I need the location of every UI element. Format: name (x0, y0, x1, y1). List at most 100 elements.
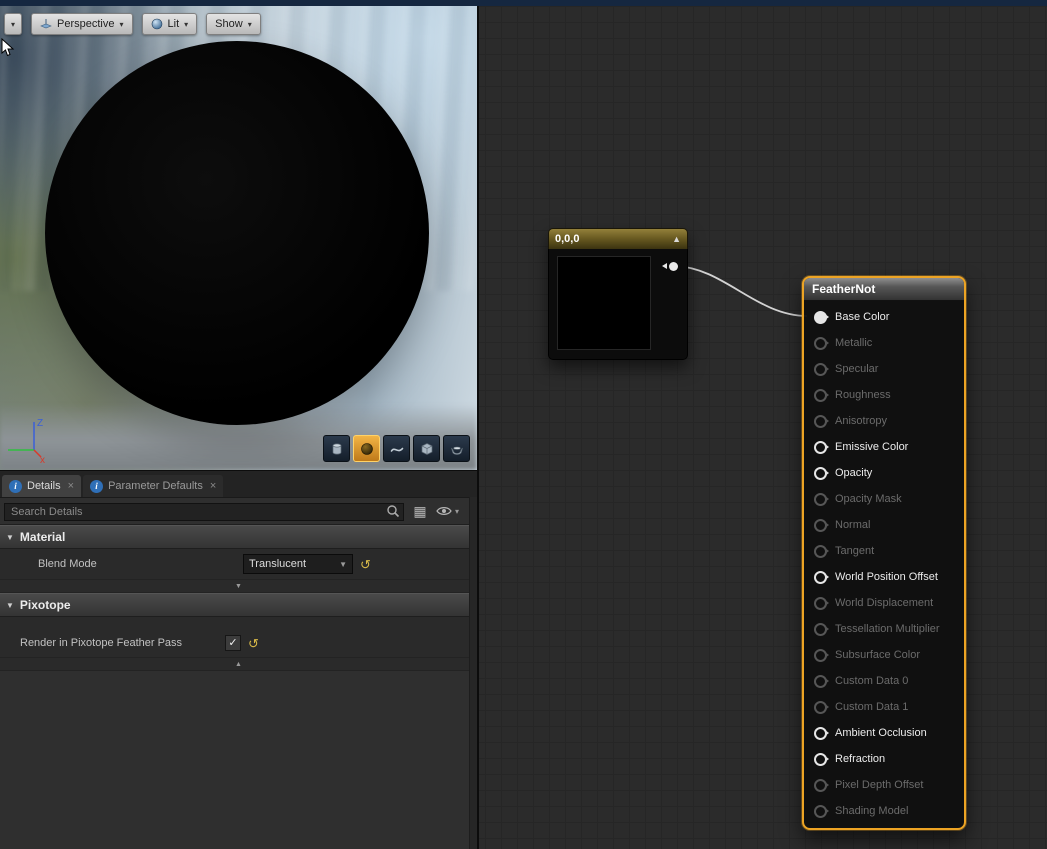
window-top-strip (0, 0, 1047, 6)
input-pin-icon[interactable] (814, 311, 827, 324)
pin-normal[interactable]: Normal (804, 512, 964, 538)
feather-pass-checkbox[interactable] (225, 635, 241, 651)
pin-roughness[interactable]: Roughness (804, 382, 964, 408)
preview-mesh-button[interactable] (443, 435, 470, 462)
feather-pass-label: Render in Pixotope Feather Pass (0, 637, 225, 649)
preview-cube-button[interactable] (413, 435, 440, 462)
pin-world-displacement[interactable]: World Displacement (804, 590, 964, 616)
chevron-down-icon: ▾ (11, 20, 15, 29)
input-pin-icon[interactable] (814, 727, 827, 740)
chevron-down-icon: ▾ (184, 20, 188, 29)
pin-label: World Position Offset (835, 571, 938, 583)
lit-label: Lit (168, 18, 180, 30)
input-pin-icon[interactable] (814, 415, 827, 428)
property-matrix-button[interactable]: ▦ (410, 501, 430, 521)
lit-button[interactable]: Lit ▾ (142, 13, 198, 35)
section-header-material[interactable]: ▼ Material (0, 525, 477, 549)
section-header-pixotope[interactable]: ▼ Pixotope (0, 593, 477, 617)
pin-world-position-offset[interactable]: World Position Offset (804, 564, 964, 590)
pin-label: Specular (835, 363, 878, 375)
input-pin-icon[interactable] (814, 571, 827, 584)
search-field-wrap (4, 502, 404, 521)
collapse-node-icon[interactable]: ▲ (672, 234, 681, 244)
pin-pixel-depth-offset[interactable]: Pixel Depth Offset (804, 772, 964, 798)
pin-ambient-occlusion[interactable]: Ambient Occlusion (804, 720, 964, 746)
preview-sphere-button[interactable] (353, 435, 380, 462)
input-pin-icon[interactable] (814, 493, 827, 506)
advanced-expander[interactable]: ▼ (0, 580, 477, 593)
input-pin-icon[interactable] (814, 467, 827, 480)
pin-emissive-color[interactable]: Emissive Color (804, 434, 964, 460)
material-node-header[interactable]: FeatherNot (804, 278, 964, 301)
pin-metallic[interactable]: Metallic (804, 330, 964, 356)
pin-custom-data-0[interactable]: Custom Data 0 (804, 668, 964, 694)
input-pin-icon[interactable] (814, 597, 827, 610)
pin-label: Opacity Mask (835, 493, 902, 505)
search-details-input[interactable] (4, 503, 404, 521)
panel-divider[interactable] (477, 0, 479, 849)
input-pin-icon[interactable] (814, 805, 827, 818)
pin-refraction[interactable]: Refraction (804, 746, 964, 772)
show-button[interactable]: Show ▾ (206, 13, 261, 35)
input-pin-icon[interactable] (814, 675, 827, 688)
axis-gizmo: Z x (4, 412, 56, 464)
input-pin-icon[interactable] (814, 753, 827, 766)
pin-label: Roughness (835, 389, 891, 401)
constant-vector-node[interactable]: 0,0,0 ▲ (548, 228, 688, 360)
pin-anisotropy[interactable]: Anisotropy (804, 408, 964, 434)
perspective-button[interactable]: Perspective ▾ (31, 13, 133, 35)
chevron-down-icon: ▼ (339, 560, 347, 569)
input-pin-icon[interactable] (814, 649, 827, 662)
pin-subsurface-color[interactable]: Subsurface Color (804, 642, 964, 668)
material-preview-viewport[interactable]: ▾ Perspective ▾ Lit ▾ (0, 0, 477, 470)
show-label: Show (215, 18, 243, 30)
pin-tessellation-multiplier[interactable]: Tessellation Multiplier (804, 616, 964, 642)
material-result-node[interactable]: FeatherNot Base ColorMetallic Specular Rou… (802, 276, 966, 830)
pin-base-color[interactable]: Base Color (804, 304, 964, 330)
close-icon[interactable]: × (68, 481, 74, 492)
pin-label: Subsurface Color (835, 649, 920, 661)
pin-label: Custom Data 0 (835, 675, 908, 687)
perspective-icon (40, 18, 52, 30)
viewport-options-button[interactable]: ▾ (4, 13, 22, 35)
cylinder-icon (330, 442, 344, 456)
pin-opacity[interactable]: Opacity (804, 460, 964, 486)
input-pin-icon[interactable] (814, 441, 827, 454)
blend-mode-dropdown[interactable]: Translucent ▼ (243, 554, 353, 574)
pin-opacity-mask[interactable]: Opacity Mask (804, 486, 964, 512)
view-options-button[interactable]: ▾ (436, 505, 459, 517)
cube-icon (420, 442, 434, 456)
preview-cylinder-button[interactable] (323, 435, 350, 462)
details-scrollbar[interactable] (469, 497, 477, 849)
material-graph-canvas[interactable]: 0,0,0 ▲ FeatherNot Base ColorMetallic Spe… (479, 0, 1047, 849)
tab-details[interactable]: i Details × (2, 475, 81, 497)
pin-list: Base ColorMetallic Specular Roughness Aniso… (804, 301, 964, 828)
close-icon[interactable]: × (210, 481, 216, 492)
pin-tangent[interactable]: Tangent (804, 538, 964, 564)
input-pin-icon[interactable] (814, 363, 827, 376)
input-pin-icon[interactable] (814, 779, 827, 792)
output-pin[interactable] (669, 262, 678, 271)
input-pin-icon[interactable] (814, 623, 827, 636)
pin-custom-data-1[interactable]: Custom Data 1 (804, 694, 964, 720)
pin-label: Tangent (835, 545, 874, 557)
grid-icon: ▦ (413, 504, 426, 518)
chevron-down-icon: ▾ (455, 507, 459, 516)
reset-to-default-icon[interactable]: ↺ (360, 558, 371, 571)
tab-parameter-defaults[interactable]: i Parameter Defaults × (83, 475, 223, 497)
sphere-icon (360, 442, 374, 456)
collapse-expander[interactable]: ▲ (0, 658, 477, 671)
pin-specular[interactable]: Specular (804, 356, 964, 382)
pin-shading-model[interactable]: Shading Model (804, 798, 964, 824)
input-pin-icon[interactable] (814, 701, 827, 714)
input-pin-icon[interactable] (814, 545, 827, 558)
input-pin-icon[interactable] (814, 389, 827, 402)
reset-to-default-icon[interactable]: ↺ (248, 637, 259, 650)
preview-plane-button[interactable] (383, 435, 410, 462)
blend-mode-row: Blend Mode Translucent ▼ ↺ (0, 549, 477, 580)
input-pin-icon[interactable] (814, 337, 827, 350)
input-pin-icon[interactable] (814, 519, 827, 532)
constant-node-header[interactable]: 0,0,0 ▲ (548, 228, 688, 249)
preview-shape-buttons (323, 435, 470, 462)
pin-label: Tessellation Multiplier (835, 623, 940, 635)
